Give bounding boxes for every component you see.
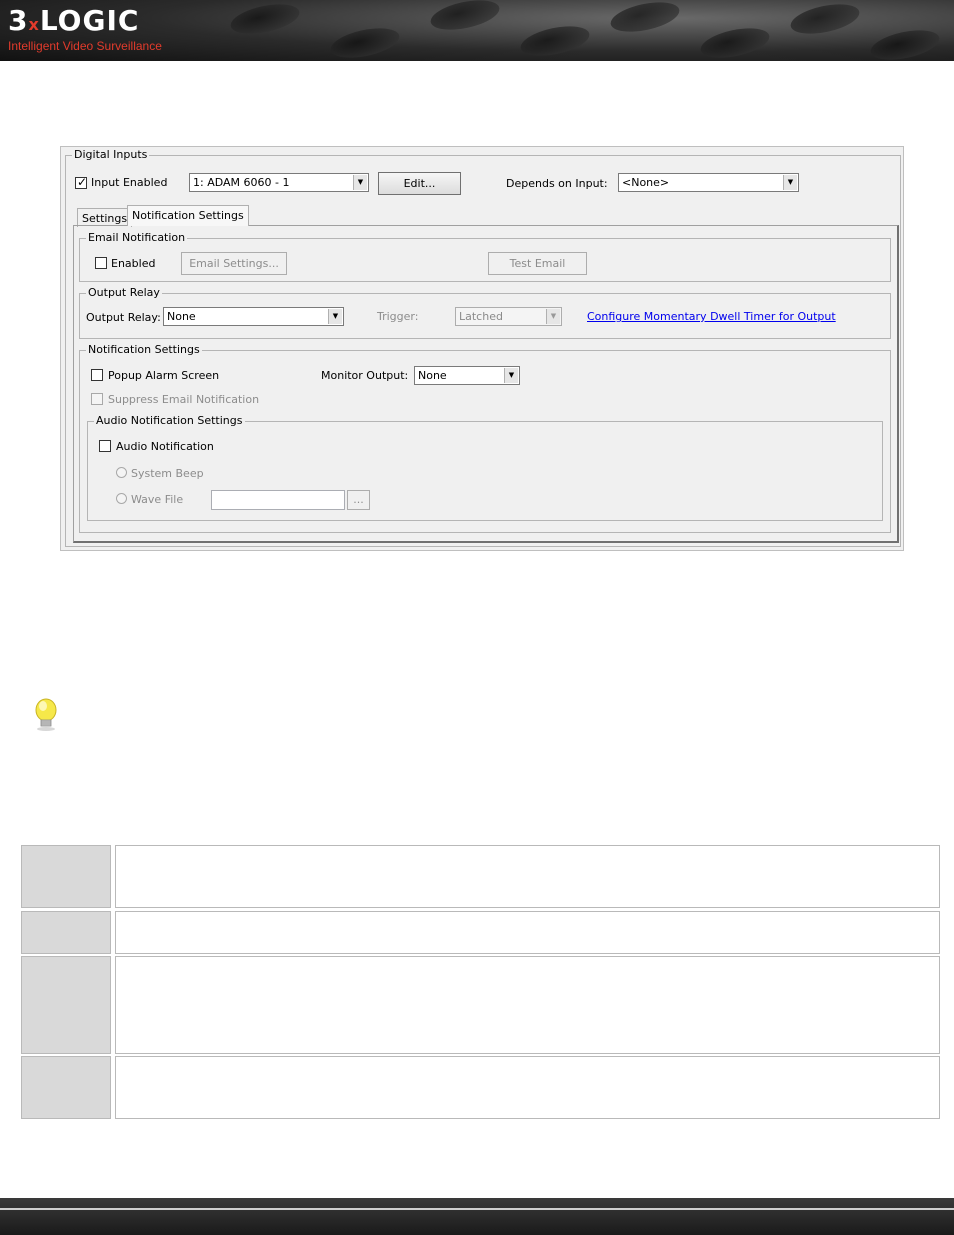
audio-notification-legend: Audio Notification Settings	[94, 414, 245, 427]
trigger-select[interactable]: Latched ▼	[455, 307, 562, 326]
chevron-down-icon[interactable]: ▼	[546, 309, 560, 324]
logo-tagline: Intelligent Video Surveillance	[8, 39, 162, 53]
notification-settings-legend: Notification Settings	[86, 343, 202, 356]
table-row-label-cell	[21, 911, 111, 954]
table-row-label-cell	[21, 845, 111, 908]
popup-alarm-label: Popup Alarm Screen	[108, 369, 220, 382]
depends-on-value: <None>	[622, 176, 670, 189]
wave-file-radio[interactable]	[116, 493, 127, 504]
email-notification-legend: Email Notification	[86, 231, 188, 244]
audio-notification-checkbox[interactable]	[99, 440, 111, 452]
wave-file-input[interactable]	[211, 490, 345, 510]
digital-inputs-legend: Digital Inputs	[72, 148, 150, 161]
header-banner: 3xLOGIC Intelligent Video Surveillance	[0, 0, 954, 61]
audio-notification-group: Audio Notification Settings	[87, 414, 883, 521]
email-enabled-checkbox[interactable]	[95, 257, 107, 269]
table-row	[21, 956, 940, 1054]
output-relay-value: None	[167, 310, 196, 323]
table-row	[21, 1056, 940, 1119]
edit-button[interactable]: Edit...	[378, 172, 461, 195]
depends-on-select[interactable]: <None> ▼	[618, 173, 799, 192]
table-row-body-cell	[115, 1056, 940, 1119]
configure-dwell-timer-link[interactable]: Configure Momentary Dwell Timer for Outp…	[587, 310, 836, 323]
system-beep-label: System Beep	[131, 467, 204, 480]
chevron-down-icon[interactable]: ▼	[328, 309, 342, 324]
test-email-button[interactable]: Test Email	[488, 252, 587, 275]
footer-divider	[0, 1208, 954, 1210]
suppress-email-label: Suppress Email Notification	[108, 393, 260, 406]
tab-notification-settings[interactable]: Notification Settings	[127, 205, 249, 226]
system-beep-radio[interactable]	[116, 467, 127, 478]
lightbulb-icon	[35, 698, 57, 731]
suppress-email-checkbox[interactable]	[91, 393, 103, 405]
monitor-output-label: Monitor Output:	[321, 369, 409, 382]
input-enabled-label: Input Enabled	[91, 176, 168, 189]
chevron-down-icon[interactable]: ▼	[783, 175, 797, 190]
table-row-body-cell	[115, 911, 940, 954]
logo-x: x	[28, 15, 40, 34]
output-relay-label: Output Relay:	[86, 311, 161, 324]
input-enabled-checkbox[interactable]: ✓	[75, 175, 88, 189]
wave-file-label: Wave File	[131, 493, 184, 506]
email-enabled-label: Enabled	[111, 257, 156, 270]
table-row-label-cell	[21, 1056, 111, 1119]
logo: 3xLOGIC	[8, 4, 140, 37]
digital-inputs-dialog: Digital Inputs ✓ Input Enabled 1: ADAM 6…	[60, 146, 904, 551]
email-settings-button[interactable]: Email Settings...	[181, 252, 287, 275]
checkmark-icon: ✓	[77, 175, 88, 189]
monitor-output-select[interactable]: None ▼	[414, 366, 520, 385]
depends-on-label: Depends on Input:	[506, 177, 608, 190]
input-select[interactable]: 1: ADAM 6060 - 1 ▼	[189, 173, 369, 192]
input-select-value: 1: ADAM 6060 - 1	[193, 176, 290, 189]
trigger-label: Trigger:	[377, 310, 419, 323]
table-row-label-cell	[21, 956, 111, 1054]
trigger-value: Latched	[459, 310, 503, 323]
table-row-body-cell	[115, 845, 940, 908]
popup-alarm-checkbox[interactable]	[91, 369, 103, 381]
browse-wave-file-button[interactable]: ...	[347, 490, 370, 510]
footer-banner	[0, 1198, 954, 1235]
output-relay-legend: Output Relay	[86, 286, 162, 299]
audio-notification-label: Audio Notification	[116, 440, 214, 453]
output-relay-select[interactable]: None ▼	[163, 307, 344, 326]
monitor-output-value: None	[418, 369, 447, 382]
chevron-down-icon[interactable]: ▼	[353, 175, 367, 190]
table-row	[21, 845, 940, 908]
table-row	[21, 911, 940, 954]
table-row-body-cell	[115, 956, 940, 1054]
chevron-down-icon[interactable]: ▼	[504, 368, 518, 383]
